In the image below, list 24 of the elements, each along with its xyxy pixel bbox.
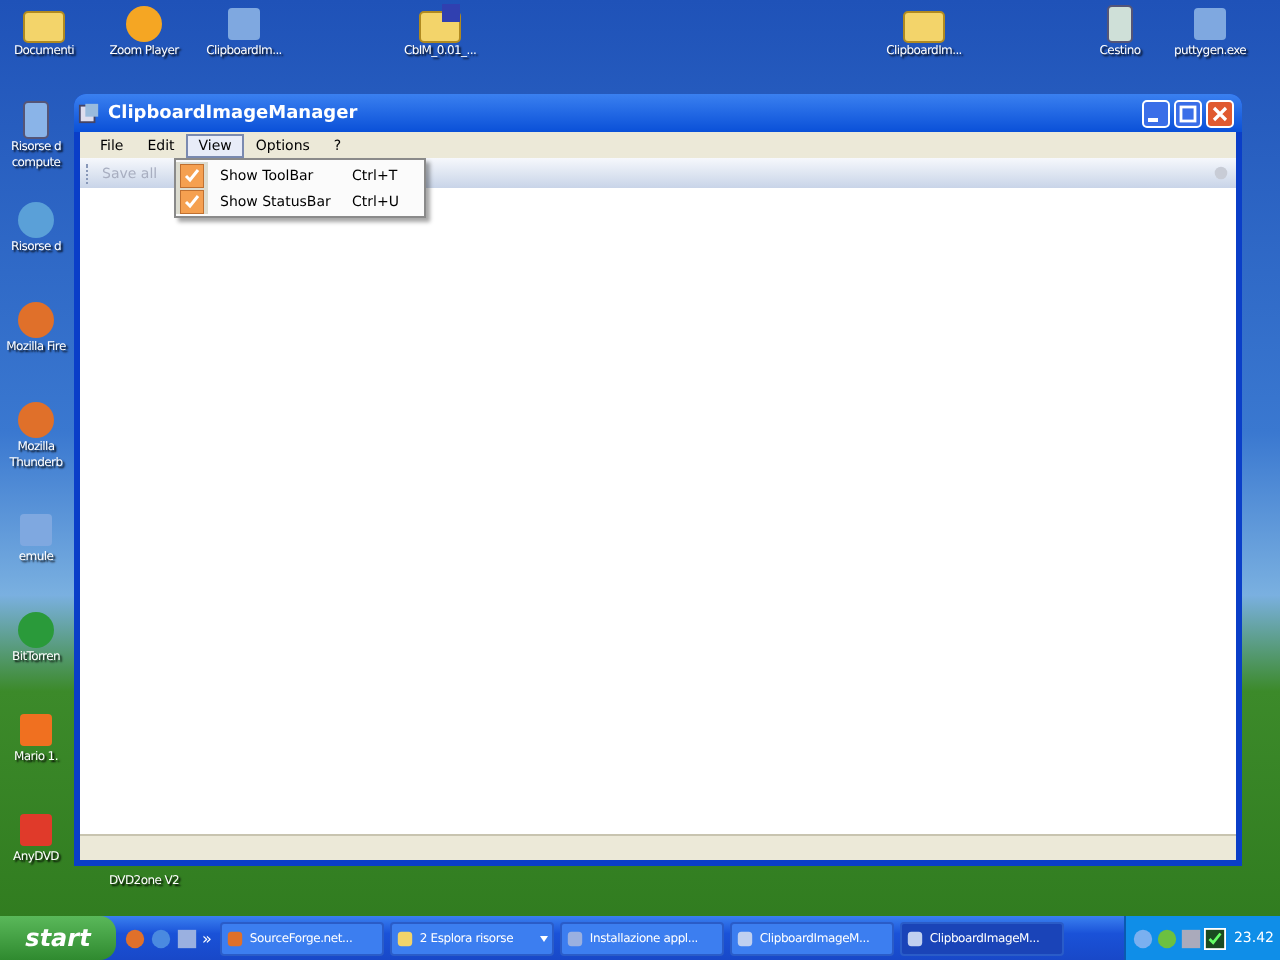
- window-title: ClipboardImageManager: [108, 103, 360, 123]
- folder-icon[interactable]: [418, 4, 462, 44]
- program-icon[interactable]: [14, 200, 58, 240]
- program-icon[interactable]: [176, 927, 198, 949]
- maximize-button[interactable]: [1174, 99, 1202, 127]
- program-icon[interactable]: [14, 300, 58, 340]
- program-icon[interactable]: [14, 710, 58, 750]
- tray-icon[interactable]: [1131, 927, 1154, 949]
- program-icon: [565, 929, 584, 947]
- browser-icon[interactable]: [150, 927, 172, 949]
- check-icon[interactable]: [1203, 927, 1226, 949]
- quick-launch-more[interactable]: »: [202, 929, 212, 947]
- tray-icon[interactable]: [1155, 927, 1178, 949]
- program-icon: [225, 929, 244, 947]
- browser-icon[interactable]: [124, 927, 146, 949]
- program-icon: [395, 929, 414, 947]
- program-icon[interactable]: [222, 4, 266, 44]
- program-icon: [735, 929, 754, 947]
- close-button[interactable]: [1206, 99, 1234, 127]
- app-icon: [78, 102, 100, 124]
- program-icon[interactable]: [122, 4, 166, 44]
- program-icon: [905, 929, 924, 947]
- minimize-button[interactable]: [1142, 99, 1170, 127]
- program-icon[interactable]: [1188, 4, 1232, 44]
